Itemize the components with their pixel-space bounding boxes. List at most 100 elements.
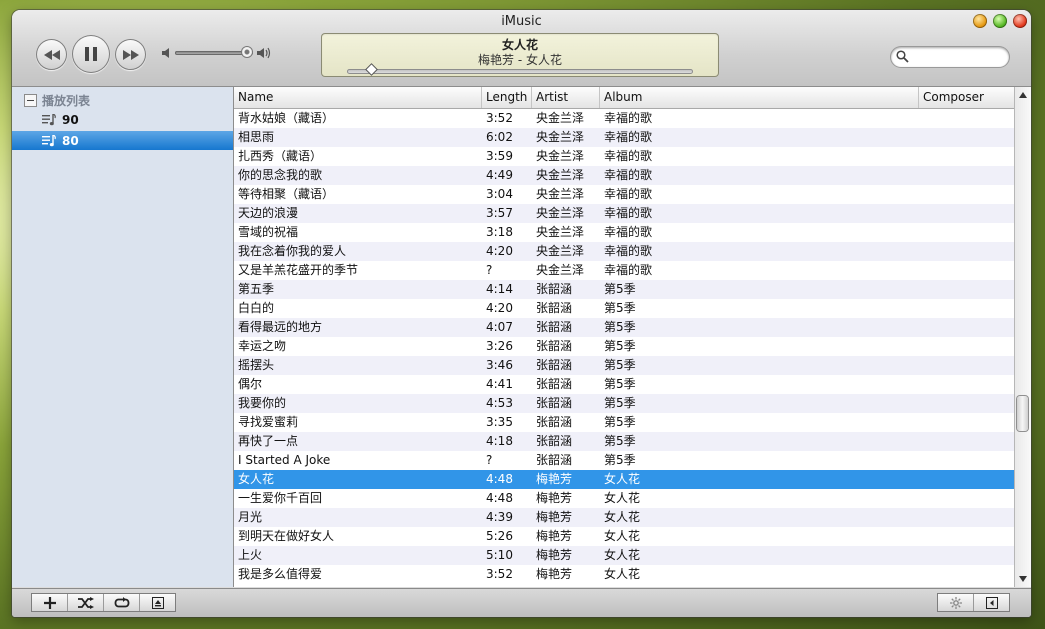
table-row[interactable]: 寻找爱蜜莉 3:35 张韶涵 第5季 [234,413,1015,432]
track-length: 6:02 [486,130,513,144]
table-row[interactable]: 我在念着你我的爱人 4:20 央金兰泽 幸福的歌 [234,242,1015,261]
table-row[interactable]: 偶尔 4:41 张韶涵 第5季 [234,375,1015,394]
table-row[interactable]: 你的思念我的歌 4:49 央金兰泽 幸福的歌 [234,166,1015,185]
track-length: 4:39 [486,510,513,524]
track-name: 我在念着你我的爱人 [238,244,347,258]
repeat-button[interactable] [104,594,140,611]
track-length: 3:26 [486,339,513,353]
column-header-length[interactable]: Length [482,87,532,108]
shuffle-button[interactable] [68,594,104,611]
search-input[interactable] [913,49,1005,66]
track-album: 幸福的歌 [604,225,653,239]
table-row[interactable]: 雪域的祝福 3:18 央金兰泽 幸福的歌 [234,223,1015,242]
view-controls [938,594,1009,611]
track-length: 3:04 [486,187,513,201]
repeat-icon [114,596,129,607]
table-row[interactable]: 女人花 4:48 梅艳芳 女人花 [234,470,1015,489]
track-length: 5:26 [486,529,513,543]
track-album: 第5季 [604,434,636,448]
track-name: 天边的浪漫 [238,206,299,220]
eject-icon [151,596,164,609]
track-artist: 梅艳芳 [536,529,573,543]
track-rows: 背水姑娘（藏语） 3:52 央金兰泽 幸福的歌 相思雨 6:02 央金兰泽 幸福的歌 扎西秀（藏… [234,109,1015,584]
table-row[interactable]: 到明天在做好女人 5:26 梅艳芳 女人花 [234,527,1015,546]
table-row[interactable]: I Started A Joke? 张韶涵 第5季 [234,451,1015,470]
toggle-panel-button[interactable] [974,594,1009,611]
track-album: 第5季 [604,358,636,372]
table-row[interactable]: 又是羊羔花盛开的季节? 央金兰泽 幸福的歌 [234,261,1015,280]
table-row[interactable]: 相思雨 6:02 央金兰泽 幸福的歌 [234,128,1015,147]
track-composer [919,432,1015,451]
column-header-album[interactable]: Album [600,87,919,108]
table-row[interactable]: 看得最远的地方 4:07 张韶涵 第5季 [234,318,1015,337]
table-row[interactable]: 扎西秀（藏语） 3:59 央金兰泽 幸福的歌 [234,147,1015,166]
settings-button[interactable] [938,594,974,611]
close-button[interactable] [1013,14,1027,28]
eject-button[interactable] [140,594,175,611]
track-composer [919,489,1015,508]
table-row[interactable]: 上火 5:10 梅艳芳 女人花 [234,546,1015,565]
column-header-artist[interactable]: Artist [532,87,600,108]
table-row[interactable]: 白白的 4:20 张韶涵 第5季 [234,299,1015,318]
track-length: 4:14 [486,282,513,296]
table-row[interactable]: 我要你的 4:53 张韶涵 第5季 [234,394,1015,413]
table-row[interactable]: 摇摆头 3:46 张韶涵 第5季 [234,356,1015,375]
track-composer [919,375,1015,394]
play-pause-button[interactable] [72,35,110,73]
track-name: 我要你的 [238,396,287,410]
volume-slider[interactable] [175,47,253,57]
track-name: 上火 [238,548,263,562]
track-album: 第5季 [604,320,636,334]
track-composer [919,147,1015,166]
track-album: 幸福的歌 [604,206,653,220]
track-name: 扎西秀（藏语） [238,149,323,163]
track-name: 到明天在做好女人 [238,529,335,543]
track-album: 第5季 [604,453,636,467]
scrollbar-thumb[interactable] [1017,396,1028,431]
track-length: 4:18 [486,434,513,448]
track-length: 3:52 [486,567,513,581]
bottom-toolbar [12,588,1031,617]
search-box[interactable] [891,47,1009,67]
track-composer [919,242,1015,261]
vertical-scrollbar[interactable] [1014,87,1031,587]
track-album: 第5季 [604,396,636,410]
column-header-name[interactable]: Name [234,87,482,108]
track-length: 4:41 [486,377,513,391]
track-artist: 央金兰泽 [536,206,585,220]
track-list: Name Length Artist Album Composer 背水姑娘（藏… [234,87,1031,587]
table-row[interactable]: 等待相聚（藏语） 3:04 央金兰泽 幸福的歌 [234,185,1015,204]
track-album: 幸福的歌 [604,263,653,277]
playback-progress-bar[interactable] [347,64,693,75]
table-row[interactable]: 第五季 4:14 张韶涵 第5季 [234,280,1015,299]
scroll-down-button[interactable] [1015,572,1031,586]
collapse-icon[interactable] [24,93,37,107]
track-album: 女人花 [604,510,641,524]
track-name: 幸运之吻 [238,339,287,353]
track-length: 4:20 [486,244,513,258]
scroll-up-button[interactable] [1015,88,1031,102]
table-row[interactable]: 幸运之吻 3:26 张韶涵 第5季 [234,337,1015,356]
table-row[interactable]: 一生爱你千百回 4:48 梅艳芳 女人花 [234,489,1015,508]
playlists-header[interactable]: 播放列表 [24,92,90,108]
track-length: 5:10 [486,548,513,562]
sidebar-item-playlist-90[interactable]: 90 [12,110,233,129]
previous-button[interactable] [36,39,67,70]
maximize-button[interactable] [993,14,1007,28]
minimize-button[interactable] [973,14,987,28]
column-header-composer[interactable]: Composer [919,87,1015,108]
table-row[interactable]: 我是多么值得爱 3:52 梅艳芳 女人花 [234,565,1015,584]
playlists-header-label: 播放列表 [42,93,91,108]
table-row[interactable]: 再快了一点 4:18 张韶涵 第5季 [234,432,1015,451]
table-row[interactable]: 天边的浪漫 3:57 央金兰泽 幸福的歌 [234,204,1015,223]
add-button[interactable] [32,594,68,611]
playlist-icon [42,134,57,147]
table-row[interactable]: 背水姑娘（藏语） 3:52 央金兰泽 幸福的歌 [234,109,1015,128]
track-length: 3:57 [486,206,513,220]
pause-icon [85,47,97,61]
volume-slider-knob[interactable] [241,47,252,57]
table-row[interactable]: 月光 4:39 梅艳芳 女人花 [234,508,1015,527]
next-button[interactable] [115,39,146,70]
sidebar-item-playlist-80[interactable]: 80 [12,131,233,150]
track-composer [919,185,1015,204]
